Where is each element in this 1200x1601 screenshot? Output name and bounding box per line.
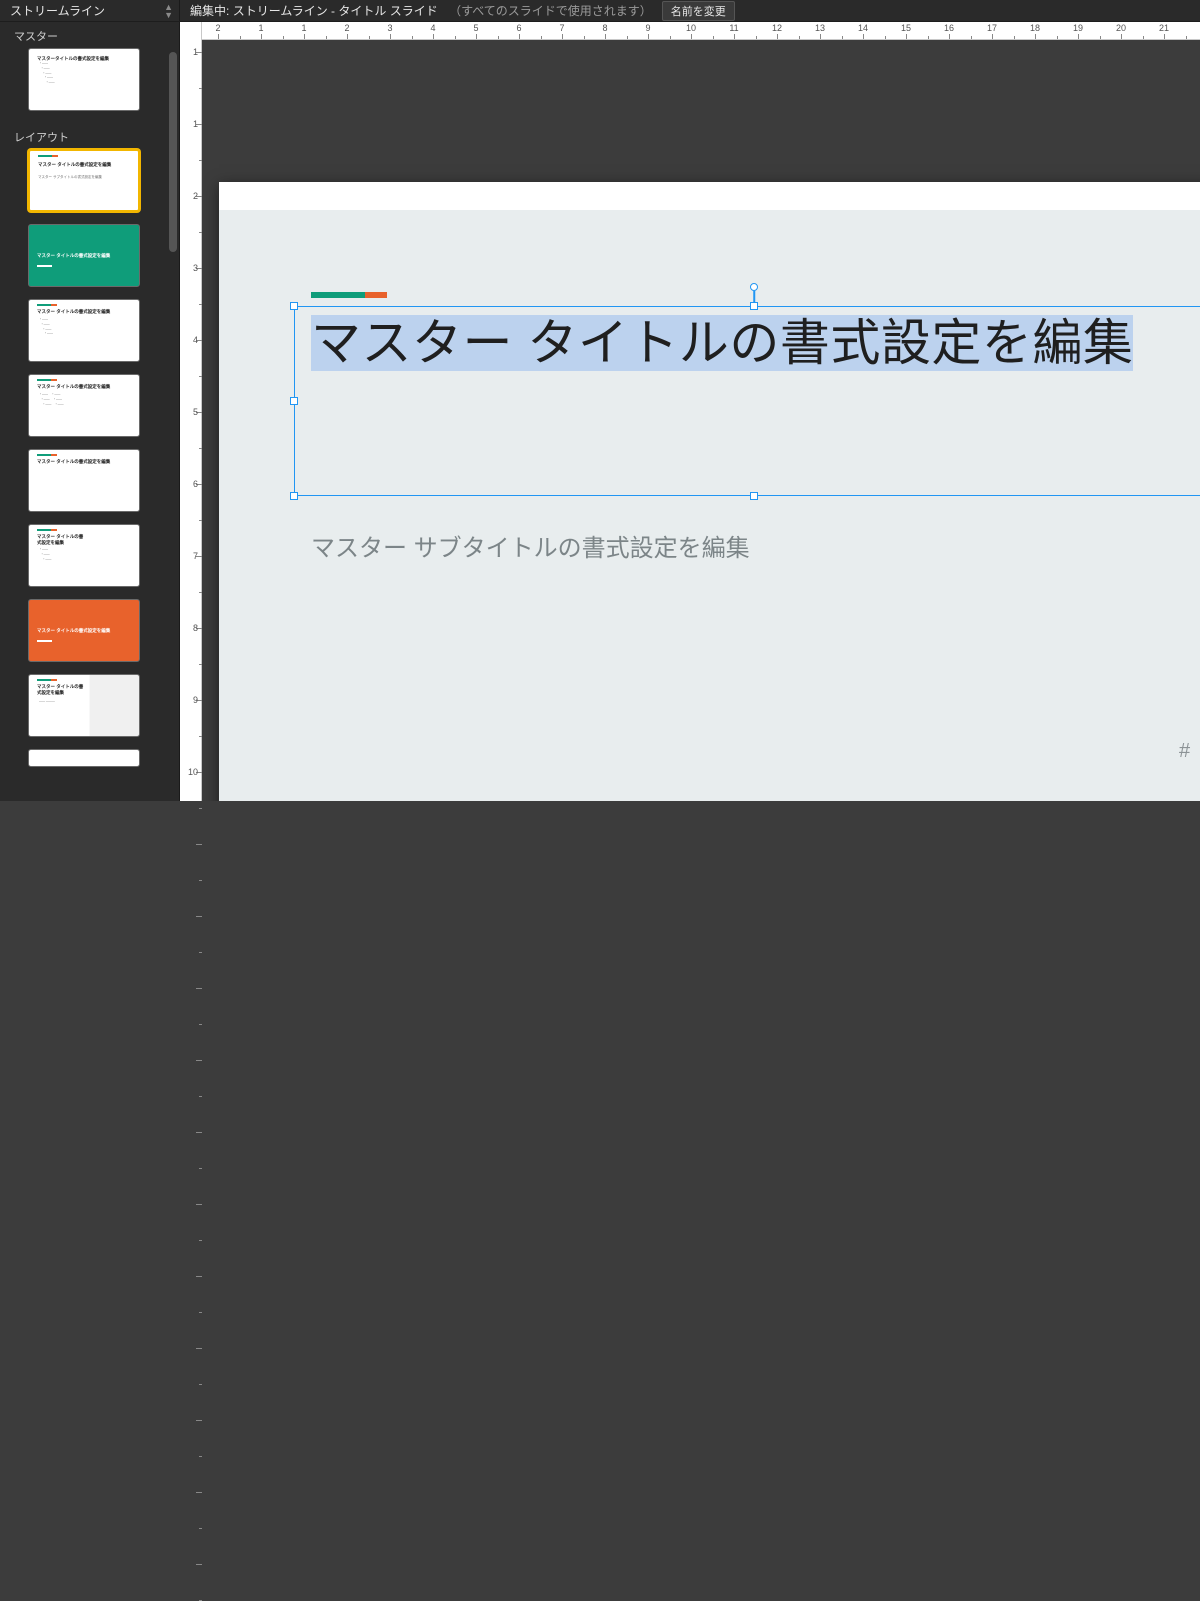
hruler-number: 1 (258, 23, 263, 33)
resize-handle-tl[interactable] (290, 302, 298, 310)
master-subtitle-textbox[interactable]: マスター サブタイトルの書式設定を編集 (311, 528, 750, 563)
hruler-number: 6 (516, 23, 521, 33)
vruler-number: 10 (188, 767, 198, 777)
layout-thumb-two-col[interactable]: マスター タイトルの書式設定を編集 ・―― ・―― ・―― (28, 524, 140, 587)
hruler-number: 19 (1073, 23, 1083, 33)
layout-thumb-title: マスター タイトルの書式設定を編集 (37, 459, 133, 465)
hruler-number: 5 (473, 23, 478, 33)
layout-thumb-sub: マスター サブタイトルの書式設定を編集 (38, 175, 102, 180)
resize-handle-tc[interactable] (750, 302, 758, 310)
rename-button[interactable]: 名前を変更 (662, 1, 735, 21)
resize-handle-ml[interactable] (290, 397, 298, 405)
selection-outline[interactable] (294, 306, 1200, 496)
layout-thumb-lines: ・―― ・―― ・―― (39, 547, 51, 561)
resize-handle-bl[interactable] (290, 492, 298, 500)
hruler-number: 2 (344, 23, 349, 33)
vruler-number: 9 (193, 695, 198, 705)
accent-icon (37, 679, 51, 681)
layout-thumb-title: マスター タイトルの書式設定を編集 (37, 628, 133, 634)
section-label-master: マスター (0, 22, 179, 48)
layouts-sidebar[interactable]: マスター マスタータイトルの書式設定を編集 ・―― ・―― ・―― ・―― ・―… (0, 22, 180, 801)
hruler-number: 10 (686, 23, 696, 33)
scrollbar-thumb[interactable] (169, 52, 177, 252)
editing-usage-note: （すべてのスライドで使用されます） (449, 4, 652, 18)
layout-thumb-section-orange[interactable]: マスター タイトルの書式設定を編集 (28, 599, 140, 662)
accent-icon (37, 454, 51, 456)
layout-thumb-title: マスター タイトルの書式設定を編集 (38, 162, 132, 168)
layout-thumb-title-slide[interactable]: マスター タイトルの書式設定を編集 マスター サブタイトルの書式設定を編集 (28, 149, 140, 212)
underline-icon (37, 640, 52, 642)
hruler-number: 3 (387, 23, 392, 33)
layout-thumb-title: マスター タイトルの書式設定を編集 (37, 253, 133, 259)
hruler-number: 1 (301, 23, 306, 33)
vertical-ruler[interactable]: 1 1 2 3 4 5 6 7 8 9 10 (180, 22, 202, 801)
rotate-handle[interactable] (750, 283, 758, 291)
layout-thumb-list-a[interactable]: マスター タイトルの書式設定を編集 ・―― ・―― ・―― ・―― (28, 299, 140, 362)
hruler-number: 18 (1030, 23, 1040, 33)
hruler-number: 16 (944, 23, 954, 33)
layout-thumb-title: マスター タイトルの書式設定を編集 (37, 684, 87, 695)
accent-icon (38, 155, 52, 157)
canvas[interactable]: マスター タイトルの書式設定を編集 マスター サブ (202, 40, 1200, 801)
layout-thumb-title: マスター タイトルの書式設定を編集 (37, 384, 133, 390)
editing-context: 編集中: ストリームライン - タイトル スライド （すべてのスライドで使用され… (190, 2, 652, 19)
theme-picker[interactable]: ストリームライン ▲▼ (0, 0, 180, 21)
edit-area: 112345678910 211234567891011121314151617… (180, 22, 1200, 801)
layout-thumb-lines: ・―― ・―― ・―― ・―― ・―― ・―― (39, 392, 64, 406)
section-label-layout: レイアウト (0, 123, 179, 149)
theme-stepper-icon[interactable]: ▲▼ (164, 3, 173, 19)
master-thumb-lines: ・―― ・―― ・―― ・―― ・―― (39, 61, 55, 85)
horizontal-ruler[interactable]: 2112345678910111213141516171819202122 (202, 22, 1200, 40)
layout-thumb-split[interactable]: マスター タイトルの書式設定を編集 ―― ――― (28, 674, 140, 737)
theme-header: ストリームライン ▲▼ 編集中: ストリームライン - タイトル スライド （す… (0, 0, 1200, 22)
layout-thumb-section-teal[interactable]: マスター タイトルの書式設定を編集 (28, 224, 140, 287)
hruler-number: 7 (559, 23, 564, 33)
accent-icon (37, 379, 51, 381)
vruler-number: 3 (193, 263, 198, 273)
slide-page[interactable]: マスター タイトルの書式設定を編集 マスター サブ (219, 182, 1200, 801)
accent-icon (37, 529, 51, 531)
accent-icon (37, 304, 51, 306)
hruler-number: 4 (430, 23, 435, 33)
layout-thumb-list-c[interactable]: マスター タイトルの書式設定を編集 (28, 449, 140, 512)
underline-icon (37, 265, 52, 267)
vruler-number: 6 (193, 479, 198, 489)
accent-bar-icon (311, 292, 387, 298)
hruler-number: 15 (901, 23, 911, 33)
hruler-number: 17 (987, 23, 997, 33)
master-thumbnail[interactable]: マスタータイトルの書式設定を編集 ・―― ・―― ・―― ・―― ・―― (28, 48, 140, 111)
hruler-number: 2 (215, 23, 220, 33)
theme-name: ストリームライン (10, 2, 105, 19)
hruler-number: 11 (729, 23, 738, 33)
vruler-number: 1 (193, 119, 198, 129)
editing-target: ストリームライン - タイトル スライド (233, 4, 438, 18)
hruler-number: 12 (772, 23, 782, 33)
vruler-number: 8 (193, 623, 198, 633)
page-number-placeholder[interactable]: # (1179, 740, 1200, 742)
hruler-number: 8 (602, 23, 607, 33)
hruler-number: 21 (1159, 23, 1169, 33)
layout-thumb-title: マスター タイトルの書式設定を編集 (37, 309, 133, 315)
layout-thumb-blank[interactable] (28, 749, 140, 767)
editing-prefix: 編集中: (190, 4, 229, 18)
hruler-number: 9 (645, 23, 650, 33)
layout-thumb-list-b[interactable]: マスター タイトルの書式設定を編集 ・―― ・―― ・―― ・―― ・―― ・―… (28, 374, 140, 437)
vruler-number: 2 (193, 191, 198, 201)
hruler-number: 13 (815, 23, 825, 33)
hruler-number: 14 (858, 23, 868, 33)
layout-thumb-lines: ・―― ・―― ・―― ・―― (39, 317, 53, 336)
vruler-number: 1 (193, 47, 198, 57)
sidebar-scrollbar[interactable] (169, 22, 177, 801)
hruler-number: 20 (1116, 23, 1126, 33)
vruler-number: 4 (193, 335, 198, 345)
vruler-number: 7 (193, 551, 198, 561)
vruler-number: 5 (193, 407, 198, 417)
layout-thumb-title: マスター タイトルの書式設定を編集 (37, 534, 87, 545)
layout-thumb-lines: ―― ――― (39, 699, 55, 704)
resize-handle-bc[interactable] (750, 492, 758, 500)
